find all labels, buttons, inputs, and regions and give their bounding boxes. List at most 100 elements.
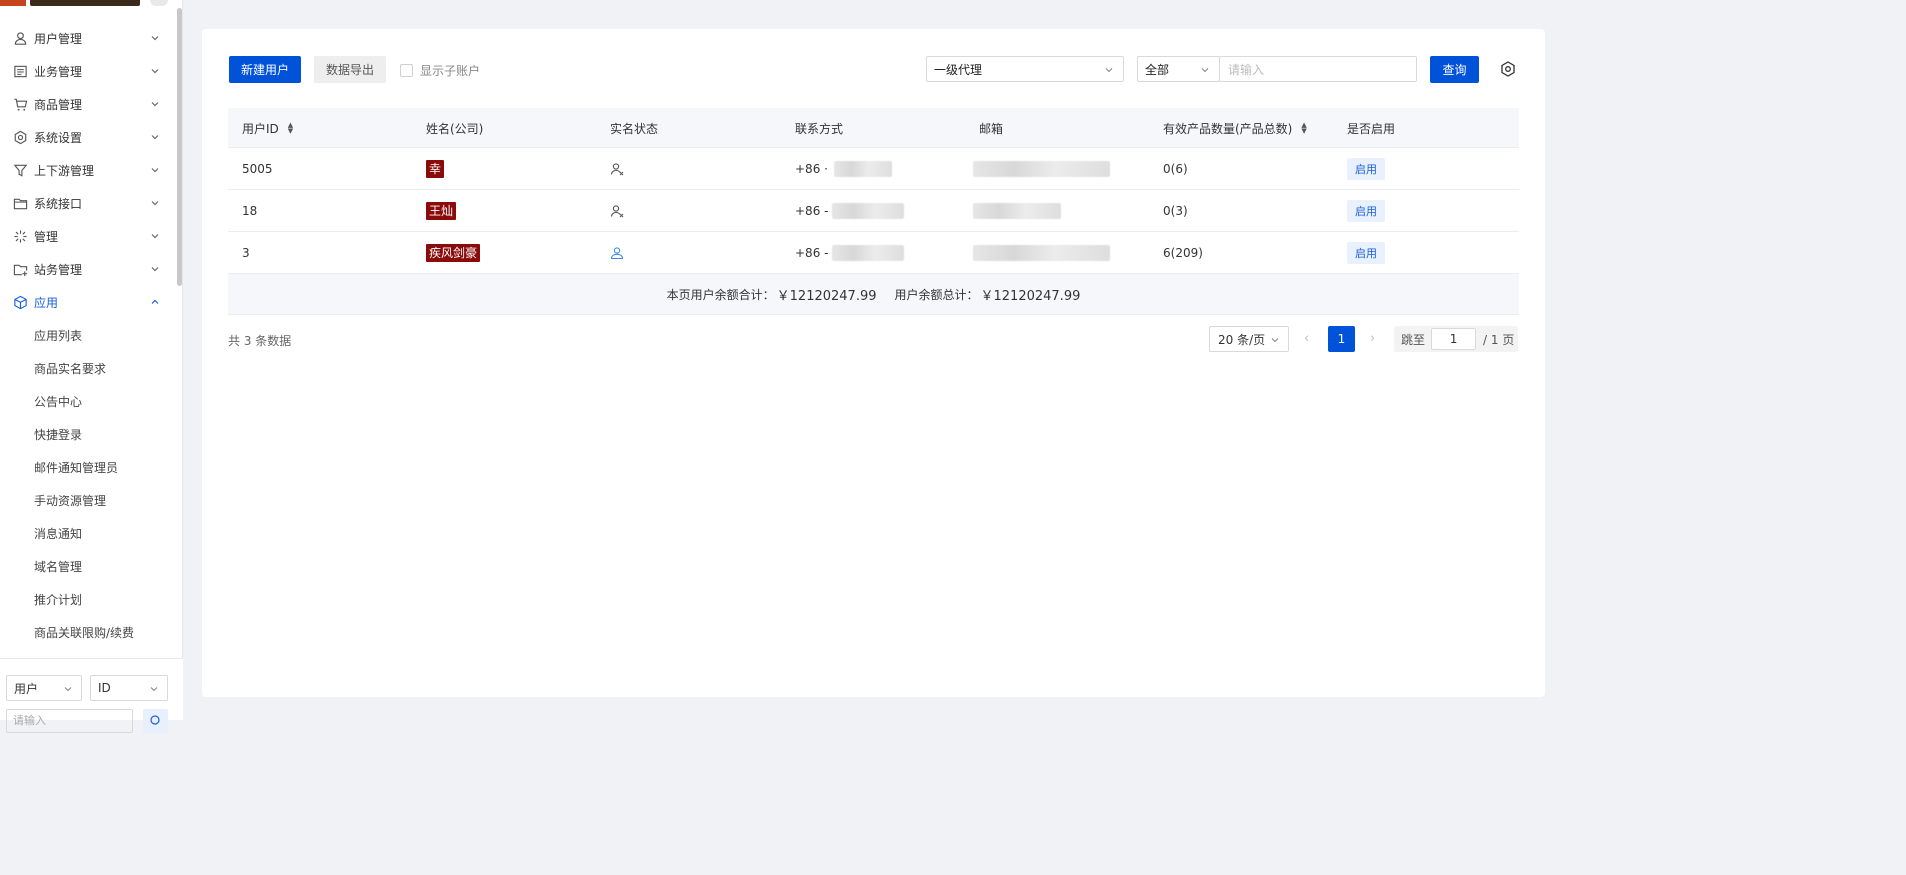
chevron-down-icon: [151, 69, 159, 74]
sidebar-item-apps[interactable]: 应用: [0, 286, 176, 319]
sort-icon[interactable]: ▲ ▼: [1301, 122, 1306, 135]
logo-toggle[interactable]: [150, 0, 168, 6]
sidebar-item-upstream-downstream[interactable]: 上下游管理: [0, 154, 176, 187]
sidebar-item-user-management[interactable]: 用户管理: [0, 22, 176, 55]
unverified-user-icon: [610, 163, 624, 176]
phone-masked: [832, 203, 905, 219]
status-badge[interactable]: 启用: [1347, 158, 1385, 180]
name-cell: 王灿: [426, 190, 457, 232]
query-button[interactable]: 查询: [1430, 56, 1479, 83]
agent-level-select[interactable]: 一级代理: [926, 56, 1124, 82]
status-badge[interactable]: 启用: [1347, 200, 1385, 222]
submenu-quick-login[interactable]: 快捷登录: [0, 418, 176, 451]
sidebar-scrollbar[interactable]: [177, 8, 182, 286]
sidebar-search-button[interactable]: [143, 709, 168, 733]
chevron-down-icon: [151, 168, 159, 173]
agent-level-value: 一级代理: [934, 62, 983, 77]
column-email: 邮箱: [979, 121, 1004, 136]
chevron-up-icon: [151, 299, 159, 304]
submenu-notifications[interactable]: 消息通知: [0, 517, 176, 550]
sidebar-item-site-affairs[interactable]: 站务管理: [0, 253, 176, 286]
sidebar-item-business-management[interactable]: 业务管理: [0, 55, 176, 88]
gear-icon: [12, 130, 28, 146]
settings-gear-icon[interactable]: [1499, 60, 1517, 78]
chevron-down-icon: [151, 234, 159, 239]
cart-icon: [12, 97, 28, 113]
new-user-button[interactable]: 新建用户: [229, 56, 301, 83]
verification-cell: [610, 232, 624, 274]
submenu-announcement-center[interactable]: 公告中心: [0, 385, 176, 418]
submenu-email-admin[interactable]: 邮件通知管理员: [0, 451, 176, 484]
table-row[interactable]: 18 王灿 +86 - 0(3) 启用: [228, 190, 1519, 232]
folder-plus-icon: [12, 262, 28, 278]
column-products[interactable]: 有效产品数量(产品总数) ▲ ▼: [1163, 108, 1307, 148]
sidebar-item-label: 商品管理: [34, 98, 83, 112]
phone-masked: [832, 245, 905, 261]
column-contact: 联系方式: [795, 121, 844, 136]
page-balance-label: 本页用户余额合计：: [666, 287, 775, 302]
search-type-select[interactable]: 用户: [6, 675, 82, 701]
user-icon: [12, 31, 28, 47]
chevron-down-icon: [64, 687, 72, 692]
user-name-tag[interactable]: 王灿: [426, 202, 457, 220]
page-size-select[interactable]: 20 条/页: [1209, 326, 1289, 352]
status-badge[interactable]: 启用: [1347, 242, 1385, 264]
show-sub-accounts-toggle[interactable]: 显示子账户: [400, 62, 480, 79]
sidebar-item-system-settings[interactable]: 系统设置: [0, 121, 176, 154]
users-table: 用户ID ▲ ▼ 姓名(公司) 实名状态 联系方式 邮箱 有效产品数量(产品总数)…: [228, 108, 1519, 315]
page-balance-amount: ￥12120247.99: [776, 288, 877, 304]
submenu-purchase-limit[interactable]: 商品关联限购/续费: [0, 616, 176, 649]
jump-label: 跳至: [1401, 332, 1426, 347]
logo-text: [30, 0, 140, 6]
email-cell: [973, 190, 1061, 232]
export-button[interactable]: 数据导出: [314, 56, 386, 83]
balance-summary: 本页用户余额合计： ￥12120247.99 用户余额总计： ￥12120247…: [228, 274, 1519, 315]
user-name-tag[interactable]: 幸: [426, 160, 445, 178]
submenu-manual-resources[interactable]: 手动资源管理: [0, 484, 176, 517]
page-size-value: 20 条/页: [1218, 332, 1266, 347]
sidebar-item-product-management[interactable]: 商品管理: [0, 88, 176, 121]
prev-page-icon[interactable]: ‹: [1304, 331, 1309, 346]
scope-select[interactable]: 全部: [1137, 56, 1220, 82]
submenu-app-list[interactable]: 应用列表: [0, 319, 176, 352]
contact-cell: +86 -: [795, 232, 905, 274]
phone-prefix: +86 -: [795, 204, 829, 218]
show-sub-accounts-checkbox[interactable]: [400, 64, 413, 77]
sort-icon[interactable]: ▲ ▼: [288, 122, 293, 135]
next-page-icon[interactable]: ›: [1370, 331, 1375, 346]
verification-cell: [610, 190, 624, 232]
sidebar-item-label: 站务管理: [34, 263, 83, 277]
sidebar-item-admin[interactable]: 管理: [0, 220, 176, 253]
products-count: 0(6): [1163, 162, 1188, 176]
user-name-tag[interactable]: 疾风剑豪: [426, 244, 481, 262]
column-name: 姓名(公司): [426, 121, 484, 136]
chevron-down-icon: [151, 201, 159, 206]
submenu-domain-management[interactable]: 域名管理: [0, 550, 176, 583]
logo[interactable]: [0, 0, 183, 10]
sidebar-item-label: 系统设置: [34, 131, 83, 145]
table-row[interactable]: 5005 幸 +86 · 0(6) 启用: [228, 148, 1519, 190]
search-field-value: ID: [98, 681, 111, 695]
table-row[interactable]: 3 疾风剑豪 +86 - 6(209) 启用: [228, 232, 1519, 274]
chevron-down-icon: [151, 102, 159, 107]
sidebar-item-system-interface[interactable]: 系统接口: [0, 187, 176, 220]
total-balance-amount: ￥12120247.99: [980, 288, 1081, 304]
submenu-referral-program[interactable]: 推介计划: [0, 583, 176, 616]
chevron-down-icon: [150, 687, 158, 692]
name-cell: 幸: [426, 148, 445, 190]
sidebar-search-input[interactable]: 请输入: [6, 709, 133, 733]
user-id: 3: [242, 246, 250, 260]
jump-input[interactable]: 1: [1431, 328, 1477, 350]
user-id: 18: [242, 204, 258, 218]
email-masked: [973, 203, 1061, 219]
phone-masked: [833, 161, 892, 177]
search-field-select[interactable]: ID: [90, 675, 168, 701]
column-user-id[interactable]: 用户ID ▲ ▼: [242, 108, 293, 148]
document-icon: [12, 64, 28, 80]
sidebar-item-label: 业务管理: [34, 65, 83, 79]
search-input[interactable]: 请输入: [1219, 56, 1417, 82]
email-masked: [973, 245, 1110, 261]
submenu-product-realname[interactable]: 商品实名要求: [0, 352, 176, 385]
current-page-button[interactable]: 1: [1328, 326, 1355, 352]
total-pages: / 1 页: [1483, 332, 1515, 347]
